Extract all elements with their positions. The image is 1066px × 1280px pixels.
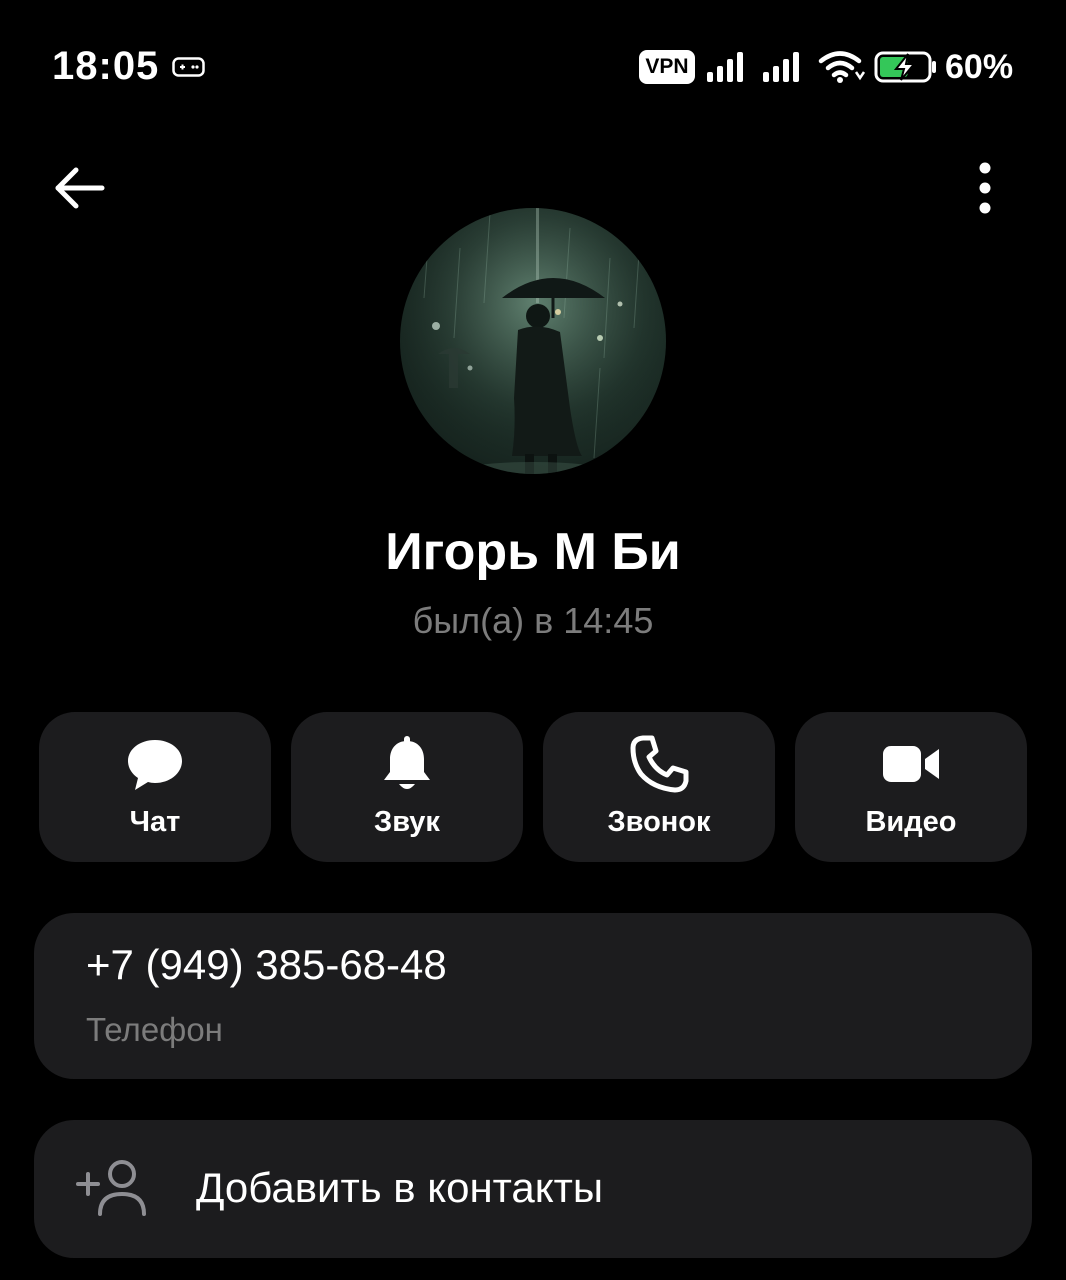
profile-name: Игорь М Би — [385, 523, 681, 581]
add-user-icon — [76, 1160, 146, 1216]
more-options-button[interactable] — [960, 158, 1010, 218]
add-to-contacts-label: Добавить в контакты — [196, 1164, 604, 1211]
status-bar: 18:05 VPN 60% — [0, 0, 1066, 136]
video-call-button[interactable]: Видео — [795, 712, 1027, 862]
phone-icon — [630, 735, 689, 793]
bell-icon — [384, 736, 430, 789]
phone-number[interactable]: +7 (949) 385-68-48 — [86, 941, 447, 989]
mute-sound-button[interactable]: Звук — [291, 712, 523, 862]
add-to-contacts-button[interactable]: Добавить в контакты — [34, 1120, 1032, 1258]
back-button[interactable] — [50, 160, 110, 216]
call-button-label: Звонок — [607, 806, 711, 838]
contact-profile-screen: 18:05 VPN 60% Игорь М Би был(а) в 14:45 … — [0, 0, 1066, 1280]
video-call-button-label: Видео — [865, 806, 957, 838]
status-time: 18:05 — [52, 44, 160, 88]
battery-percent: 60% — [945, 48, 1014, 86]
chat-bubble-icon — [128, 740, 182, 790]
phone-number-label: Телефон — [86, 1011, 223, 1048]
video-camera-icon — [883, 746, 939, 782]
avatar-image — [400, 208, 666, 474]
phone-number-card[interactable]: +7 (949) 385-68-48 Телефон — [34, 913, 1032, 1079]
call-button[interactable]: Звонок — [543, 712, 775, 862]
gamepad-icon — [172, 57, 205, 77]
mute-sound-button-label: Звук — [374, 806, 440, 838]
wifi-icon — [818, 51, 866, 83]
last-seen-status: был(а) в 14:45 — [412, 600, 654, 641]
chat-button[interactable]: Чат — [39, 712, 271, 862]
vpn-badge: VPN — [639, 50, 695, 84]
signal-icon — [763, 52, 799, 82]
signal-icon — [707, 52, 743, 82]
more-vertical-icon — [979, 162, 991, 214]
action-buttons: Чат Звук Звонок Видео — [39, 712, 1027, 862]
battery-charging-icon — [874, 51, 936, 83]
arrow-left-icon — [55, 167, 105, 209]
avatar[interactable] — [400, 208, 666, 474]
chat-button-label: Чат — [129, 806, 181, 838]
